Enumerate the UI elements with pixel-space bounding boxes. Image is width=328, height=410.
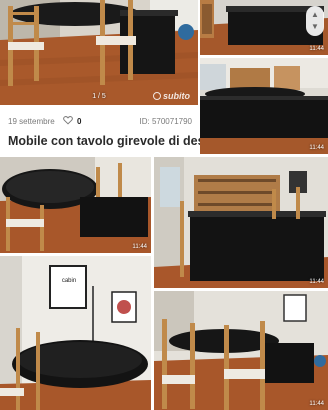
photo-timestamp: 11:44 (309, 401, 324, 407)
photo-timestamp: 11:44 (309, 279, 324, 285)
room-photo-4 (154, 157, 328, 288)
listing-date: 19 settembre (8, 117, 55, 126)
photo-timestamp: 11:44 (309, 145, 324, 151)
chevron-up-icon[interactable]: ▲ (310, 10, 320, 20)
photo-timestamp: 11:44 (309, 46, 324, 52)
watermark-text: subito (163, 91, 190, 101)
subito-logo-icon (153, 92, 161, 100)
photo-thumbnail-4[interactable]: 11:44 (154, 157, 328, 288)
room-photo-2 (200, 58, 328, 154)
poster-text: cabin (61, 278, 77, 284)
scroll-control[interactable]: ▲ ▼ (306, 6, 324, 36)
subito-watermark: subito (153, 91, 190, 101)
chevron-down-icon[interactable]: ▼ (310, 22, 320, 32)
photo-thumbnail-5[interactable]: cabin (0, 256, 151, 410)
gallery-counter: 1 / 5 (92, 93, 106, 100)
room-photo-main (0, 0, 198, 105)
room-photo-3 (0, 157, 151, 253)
main-listing-photo[interactable]: 1 / 5 subito (0, 0, 198, 105)
likes-count: 0 (77, 117, 82, 126)
listing-title: Mobile con tavolo girevole di design (8, 134, 224, 148)
room-photo-6 (154, 291, 328, 410)
listing-meta: 19 settembre 0 ID: 570071790 (8, 115, 192, 129)
heart-outline-icon[interactable] (63, 115, 73, 125)
photo-thumbnail-3[interactable]: 11:44 (0, 157, 151, 253)
listing-id: ID: 570071790 (139, 117, 193, 126)
listing-info: 19 settembre 0 ID: 570071790 Mobile con … (0, 107, 223, 157)
photo-thumbnail-6[interactable]: 11:44 (154, 291, 328, 410)
photo-timestamp: 11:44 (132, 244, 147, 250)
photo-thumbnail-2[interactable]: 11:44 (200, 58, 328, 154)
